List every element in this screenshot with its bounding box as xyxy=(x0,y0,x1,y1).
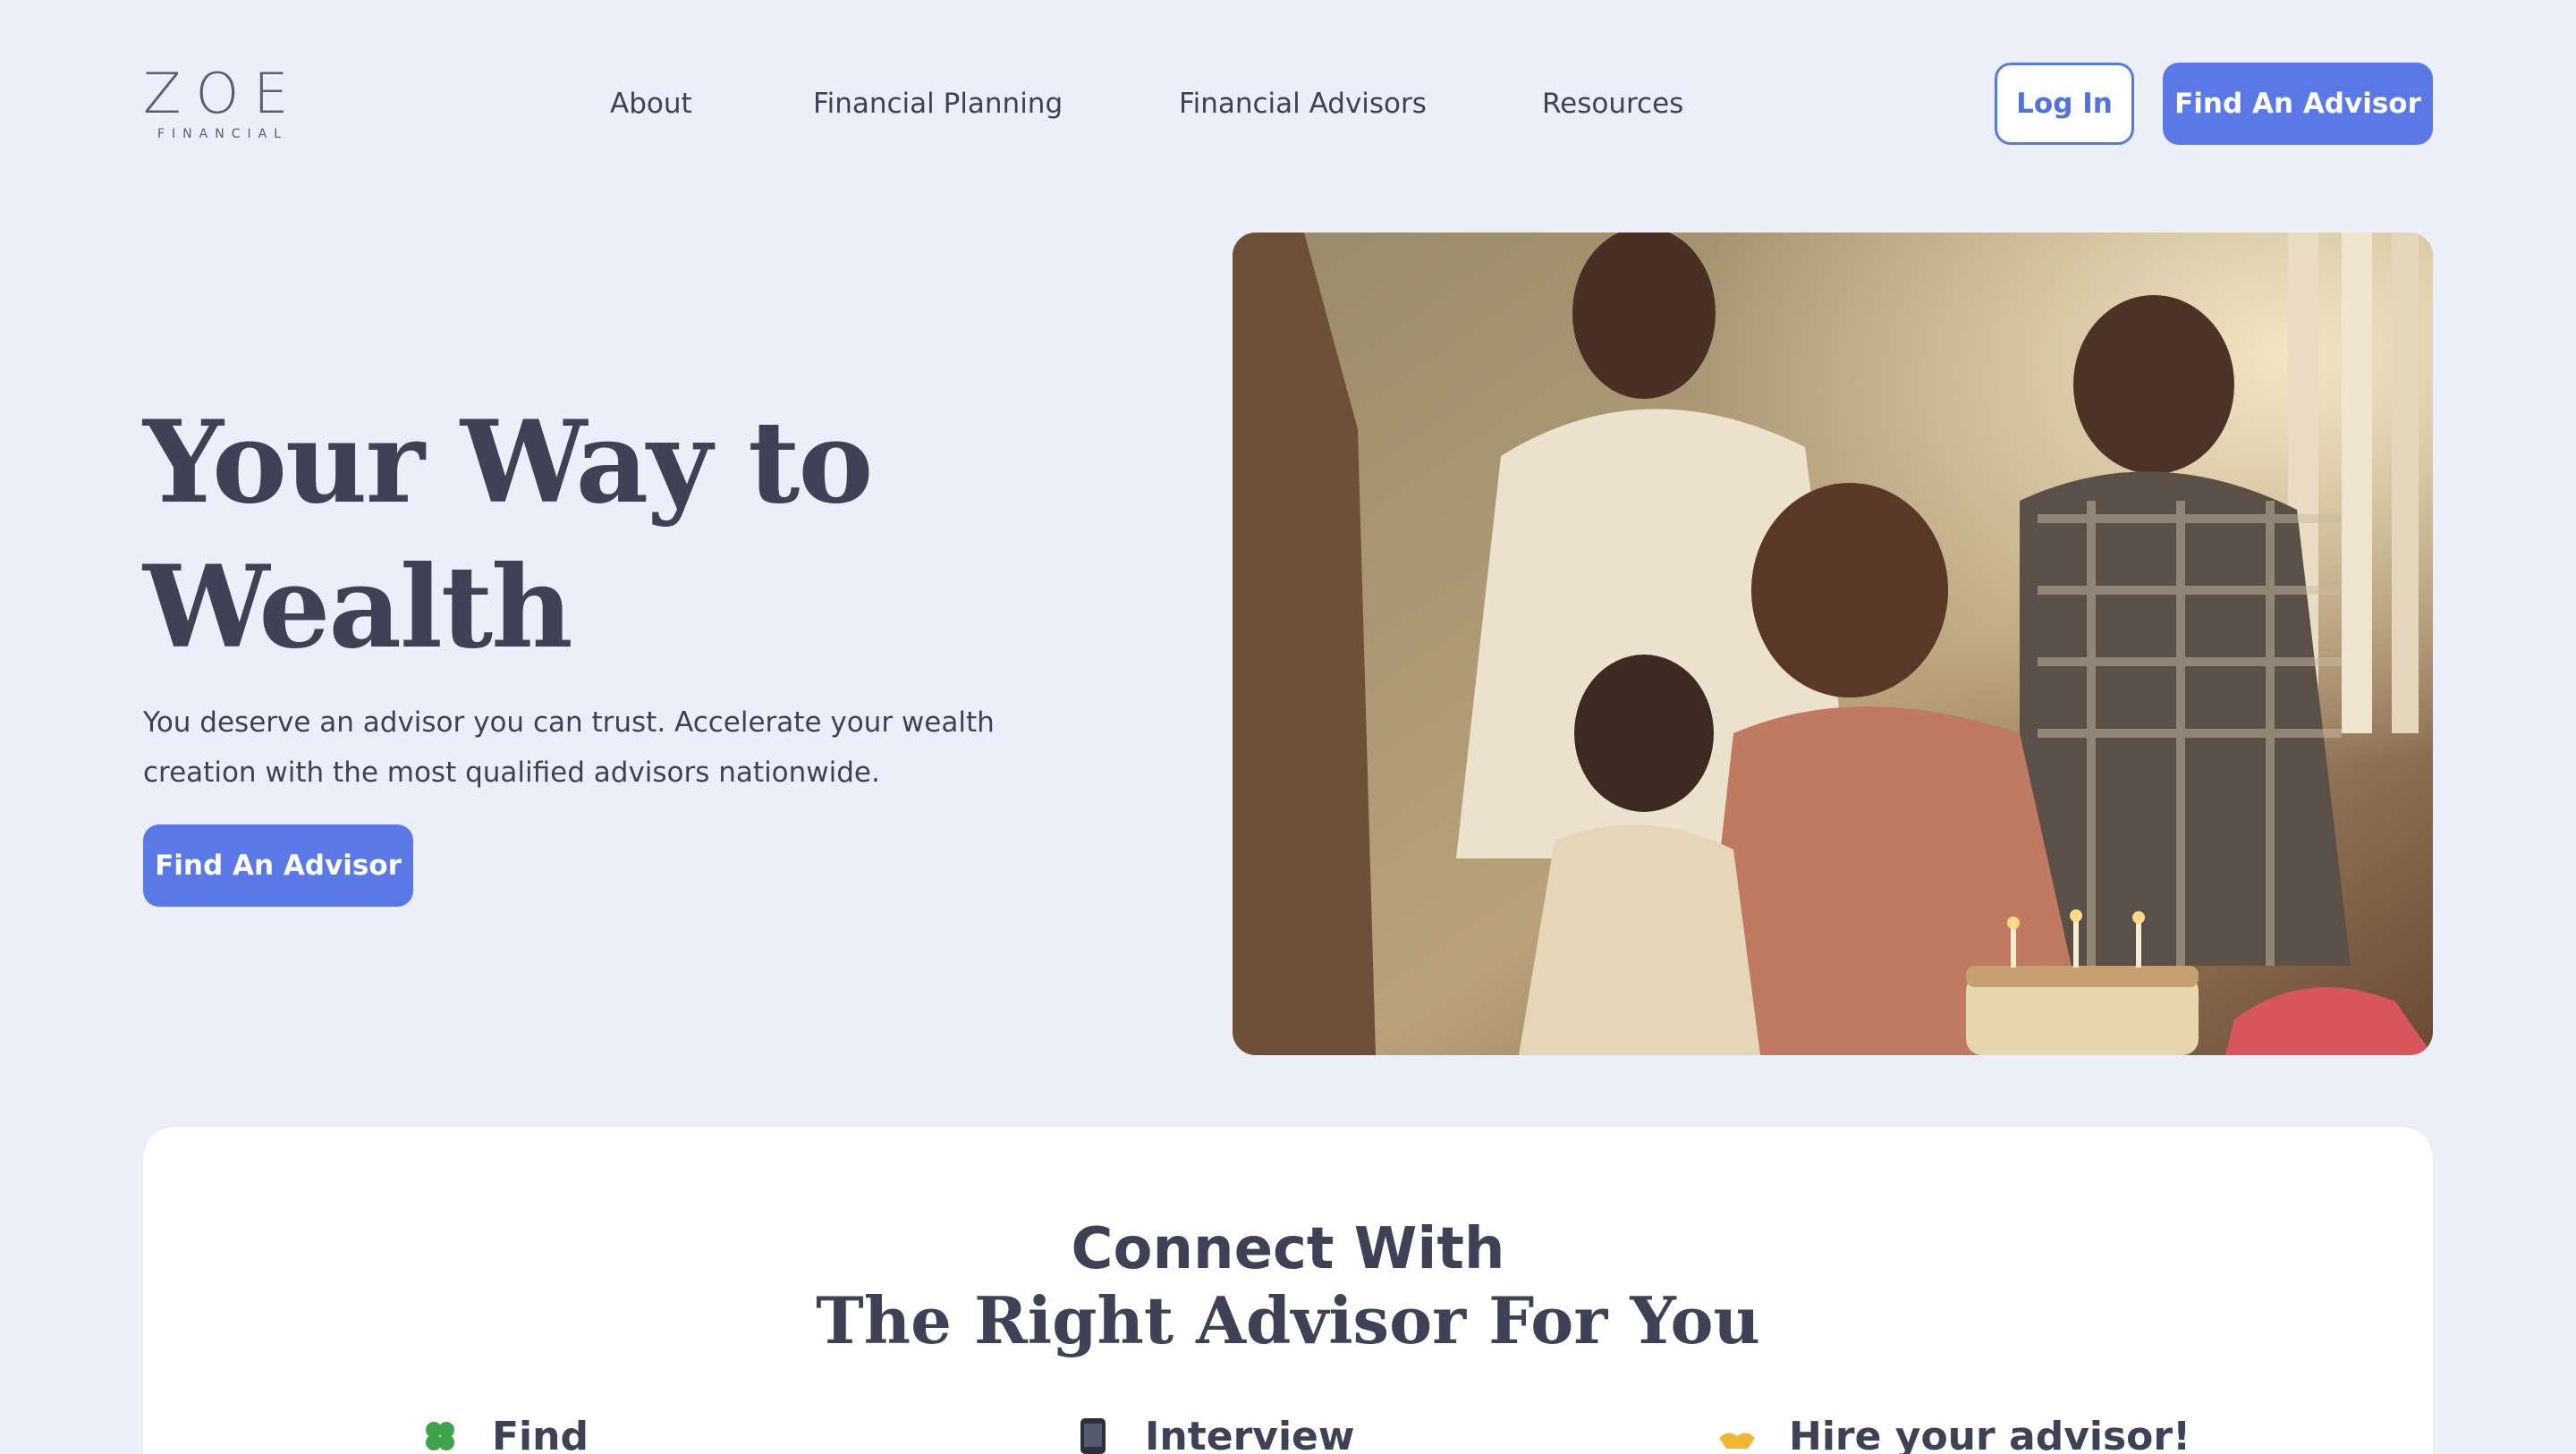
log-in-button[interactable]: Log In xyxy=(1995,63,2134,145)
step-interview: Interview xyxy=(1073,1409,1355,1454)
hero-subtitle-line-2: creation with the most qualified advisor… xyxy=(143,757,880,789)
connect-card: Connect With The Right Advisor For You F… xyxy=(143,1127,2433,1454)
nav-link-financial-advisors[interactable]: Financial Advisors xyxy=(1179,86,1427,122)
hero-subtitle: You deserve an advisor you can trust. Ac… xyxy=(143,697,1002,798)
logo-subtitle: FINANCIAL xyxy=(157,127,288,141)
page: ZOE FINANCIAL About Financial Planning F… xyxy=(0,0,2576,1454)
step-label-hire: Hire your advisor! xyxy=(1789,1413,2191,1454)
handshake-icon xyxy=(1719,1433,1755,1449)
phone-icon xyxy=(1080,1418,1106,1454)
hero-subtitle-line-1: You deserve an advisor you can trust. Ac… xyxy=(143,706,995,739)
nav-link-resources[interactable]: Resources xyxy=(1542,86,1683,122)
step-label-interview: Interview xyxy=(1145,1413,1355,1454)
clover-icon xyxy=(426,1422,454,1450)
connect-subheading: The Right Advisor For You xyxy=(816,1282,1760,1358)
hero-photo xyxy=(1233,232,2433,1055)
step-hire: Hire your advisor! xyxy=(1717,1409,2190,1454)
logo-wordmark: ZOE xyxy=(143,61,303,126)
step-label-find: Find xyxy=(492,1413,589,1454)
hero-title: Your Way to Wealth xyxy=(143,390,1038,680)
header-find-advisor-button[interactable]: Find An Advisor xyxy=(2163,63,2433,145)
hero-title-line-2: Wealth xyxy=(143,541,573,673)
family-celebration-photo xyxy=(1233,232,2433,1055)
step-find: Find xyxy=(420,1409,589,1454)
nav-link-financial-planning[interactable]: Financial Planning xyxy=(813,86,1063,122)
connect-heading: Connect With xyxy=(1071,1216,1505,1282)
nav-link-about[interactable]: About xyxy=(610,86,692,122)
hero-title-line-1: Your Way to xyxy=(143,396,873,528)
hero-find-advisor-button[interactable]: Find An Advisor xyxy=(143,824,413,907)
zoe-financial-logo[interactable]: ZOE FINANCIAL xyxy=(143,61,304,142)
